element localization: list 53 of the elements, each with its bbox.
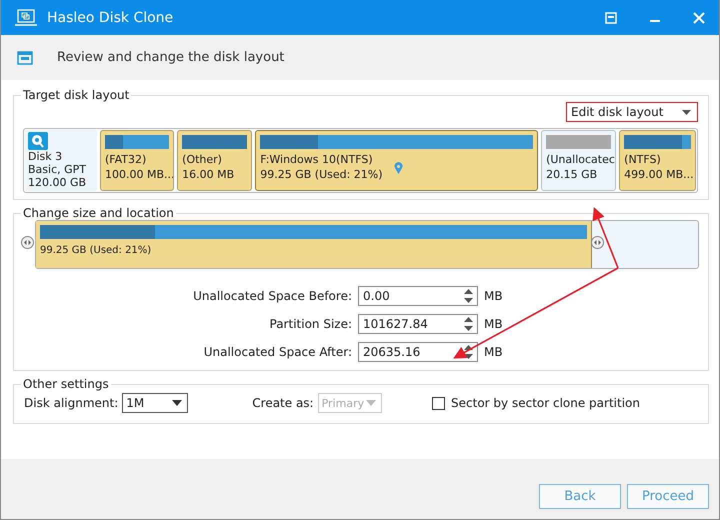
close-icon[interactable] xyxy=(693,12,705,24)
empty-bar xyxy=(546,135,612,149)
resize-handle-icon[interactable] xyxy=(21,236,34,249)
partition-size: 499.00 MB... xyxy=(624,167,694,182)
disk-type: Basic, GPT xyxy=(28,163,87,176)
unallocated-block[interactable]: (Unallocatec 20.15 GB xyxy=(541,130,616,191)
partition-block[interactable]: (NTFS) 499.00 MB... xyxy=(619,130,696,191)
number-field[interactable]: 0.00 xyxy=(358,286,478,306)
group-title: Other settings xyxy=(22,377,110,391)
dropdown-arrow-icon xyxy=(366,400,376,406)
partition-size: 20.15 GB xyxy=(546,167,598,182)
number-field[interactable]: 20635.16 xyxy=(358,342,478,362)
unit-label: MB xyxy=(484,345,504,359)
partition-label: F:Windows 10(NTFS) xyxy=(260,152,373,167)
partition-block[interactable]: F:Windows 10(NTFS) 99.25 GB (Used: 21%) xyxy=(255,130,538,191)
alignment-dropdown[interactable]: 1M xyxy=(122,393,188,413)
partition-label: (Unallocatec xyxy=(546,152,615,167)
field-label: Create as: xyxy=(252,396,314,410)
field-label: Disk alignment: xyxy=(24,396,118,410)
layout-dropdown[interactable]: Edit disk layout xyxy=(566,102,698,122)
page-heading: Review and change the disk layout xyxy=(57,50,284,65)
spinner-arrows-icon[interactable] xyxy=(464,316,473,332)
window-title: Hasleo Disk Clone xyxy=(47,10,174,26)
checkbox[interactable]: Sector by sector clone partition xyxy=(432,396,640,410)
window-layout-icon xyxy=(17,50,33,64)
partition-block[interactable]: 99.25 GB (Used: 21%) xyxy=(36,221,592,268)
location-pin-icon xyxy=(394,162,403,174)
monitor-icon xyxy=(15,8,37,26)
partition-size: 16.00 MB xyxy=(182,167,234,182)
disk-size: 120.00 GB xyxy=(28,176,88,189)
disk-name: Disk 3 xyxy=(28,150,64,163)
partition-block[interactable]: (FAT32) 100.00 MB... xyxy=(100,130,174,191)
group-title: Change size and location xyxy=(22,206,175,220)
field-label: Unallocated Space After: xyxy=(202,345,352,359)
partition-size: 100.00 MB... xyxy=(105,167,174,182)
dropdown-arrow-icon xyxy=(172,400,182,406)
spinner-arrows-icon[interactable] xyxy=(464,344,473,360)
partition-size: 99.25 GB (Used: 21%) xyxy=(40,245,152,256)
partition-block[interactable]: (Other) 16.00 MB xyxy=(177,130,252,191)
spinner-arrows-icon[interactable] xyxy=(464,288,473,304)
field-label: Partition Size: xyxy=(268,317,352,331)
dropdown-arrow-icon xyxy=(682,110,691,114)
number-field[interactable]: 101627.84 xyxy=(358,314,478,334)
partition-label: (FAT32) xyxy=(105,152,146,167)
window-menu-icon[interactable] xyxy=(605,12,617,24)
group-title: Target disk layout xyxy=(22,88,130,102)
partition-label: (NTFS) xyxy=(624,152,661,167)
field-label: Unallocated Space Before: xyxy=(192,289,352,303)
disk-card[interactable]: Disk 3 Basic, GPT 120.00 GB xyxy=(25,130,97,191)
unit-label: MB xyxy=(484,289,504,303)
partition-size: 99.25 GB (Used: 21%) xyxy=(260,167,383,182)
unit-label: MB xyxy=(484,317,504,331)
partition-label: (Other) xyxy=(182,152,222,167)
